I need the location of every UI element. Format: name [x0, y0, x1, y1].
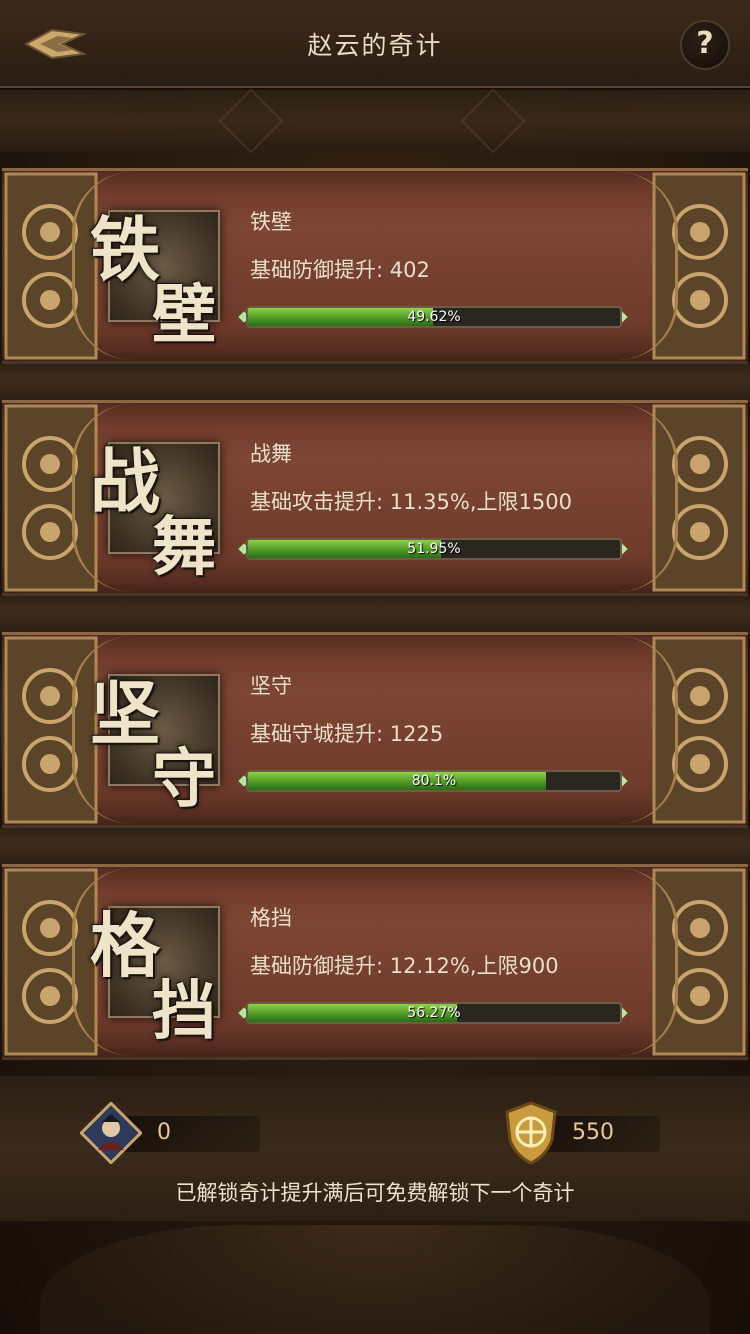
skill-name: 坚守: [250, 674, 292, 698]
help-button[interactable]: ?: [680, 20, 730, 70]
progress-text: 51.95%: [407, 541, 461, 557]
table-surface: [40, 1225, 710, 1334]
header-bar: 赵云的奇计 ?: [0, 0, 750, 88]
wood-divider: [0, 596, 750, 634]
skill-name: 铁壁: [250, 210, 292, 234]
progress-bar: 51.95%: [246, 538, 622, 560]
diamond-ornament-icon: [460, 88, 526, 154]
page-title: 赵云的奇计: [307, 31, 443, 60]
progress-bar: 80.1%: [246, 770, 622, 792]
progress-text: 56.27%: [407, 1005, 461, 1021]
skill-glyph-2: 舞: [152, 510, 216, 585]
skill-description: 基础攻击提升: 11.35%,上限1500: [250, 490, 572, 514]
progress-text: 80.1%: [411, 773, 457, 789]
header-decor-band: [0, 88, 750, 154]
progress-bar: 49.62%: [246, 306, 622, 328]
skill-name: 格挡: [250, 906, 292, 930]
wood-divider: [0, 828, 750, 866]
shield-count: 550: [572, 1120, 614, 1145]
skill-glyph-1: 战: [90, 440, 160, 523]
skill-card-zhanwu[interactable]: 战 舞 战舞 基础攻击提升: 11.35%,上限1500 51.95%: [2, 400, 748, 596]
progress-bar: 56.27%: [246, 1002, 622, 1024]
skill-card-tiebi[interactable]: 铁 壁 铁壁 基础防御提升: 402 49.62%: [2, 168, 748, 364]
hero-token-count: 0: [157, 1120, 171, 1145]
progress-text: 49.62%: [407, 309, 461, 325]
hero-portrait-icon[interactable]: [80, 1102, 142, 1164]
diamond-ornament-icon: [218, 88, 284, 154]
skill-description: 基础防御提升: 402: [250, 258, 430, 282]
gold-shield-icon[interactable]: [502, 1100, 560, 1166]
skill-glyph-2: 守: [152, 742, 216, 817]
skill-card-jianshou[interactable]: 坚 守 坚守 基础守城提升: 1225 80.1%: [2, 632, 748, 828]
skill-glyph-1: 格: [90, 904, 160, 987]
skill-glyph-1: 铁: [90, 208, 160, 291]
page: 赵云的奇计 ? 铁 壁 铁壁 基础防御提升: 402 49.62% 战 舞 战舞…: [0, 0, 750, 1334]
wood-divider: [0, 364, 750, 402]
skill-description: 基础防御提升: 12.12%,上限900: [250, 954, 559, 978]
help-icon: ?: [696, 26, 714, 61]
unlock-hint: 已解锁奇计提升满后可免费解锁下一个奇计: [175, 1181, 575, 1205]
skill-description: 基础守城提升: 1225: [250, 722, 444, 746]
skill-card-gedang[interactable]: 格 挡 格挡 基础防御提升: 12.12%,上限900 56.27%: [2, 864, 748, 1060]
skill-glyph-2: 挡: [152, 974, 216, 1049]
skill-glyph-2: 壁: [152, 278, 216, 353]
skill-name: 战舞: [250, 442, 292, 466]
skill-glyph-1: 坚: [90, 672, 160, 755]
